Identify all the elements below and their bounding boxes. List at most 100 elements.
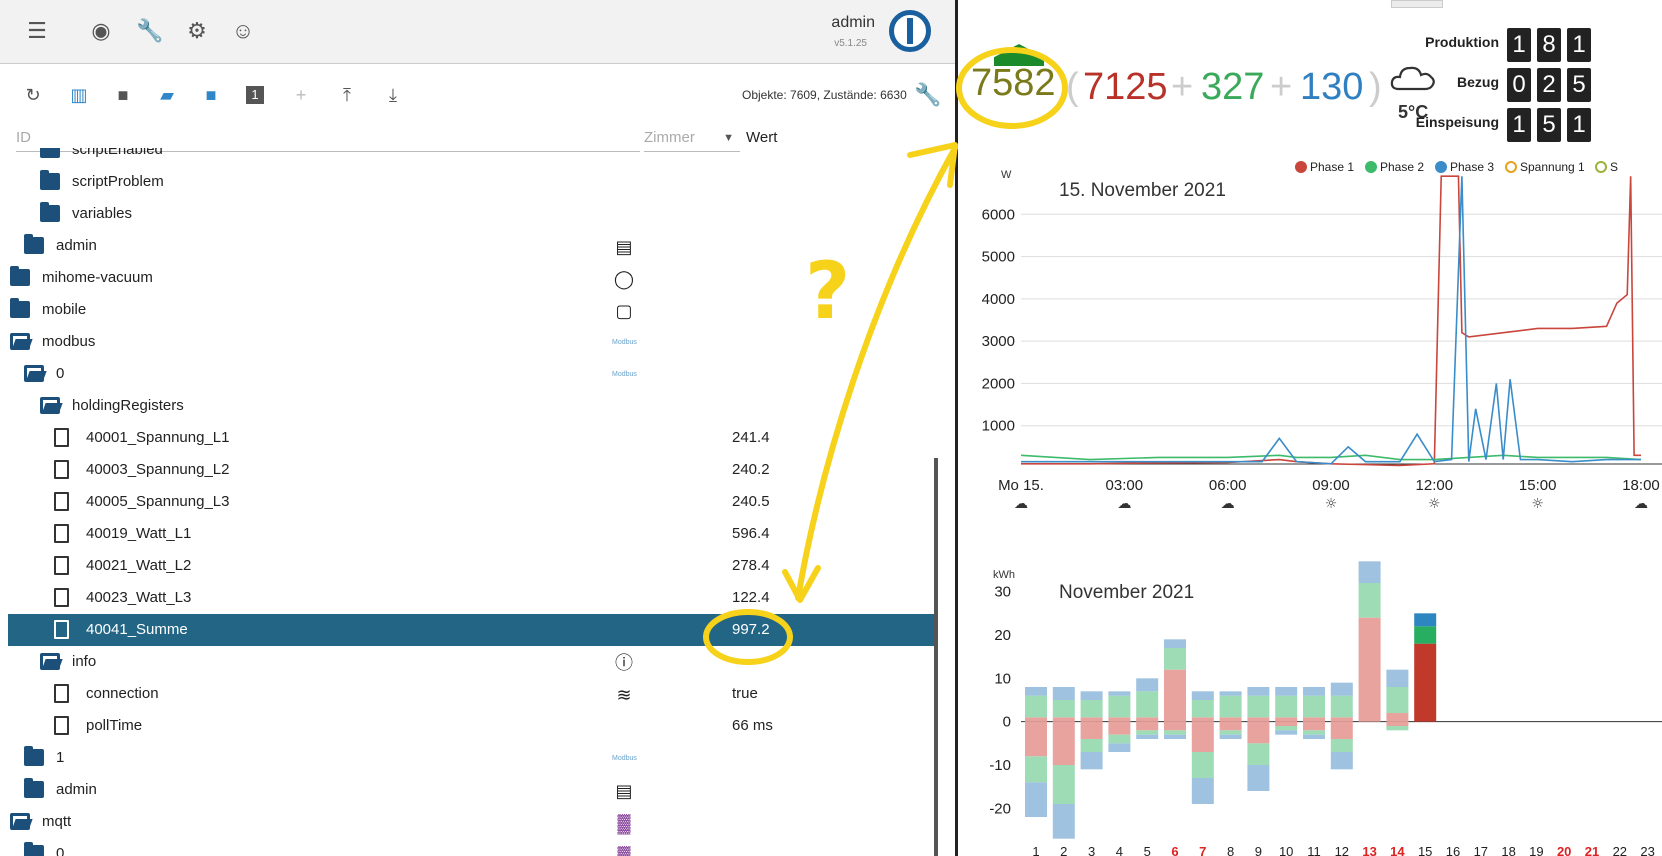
folder-icon[interactable] (24, 778, 44, 798)
eye-icon[interactable]: ◉ (88, 18, 114, 44)
bar-segment (1275, 687, 1298, 696)
bar-segment (1219, 717, 1242, 722)
file-icon[interactable] (54, 716, 69, 735)
folder-open-icon[interactable] (10, 333, 30, 350)
legend-marker (1595, 161, 1607, 173)
folder-open-icon[interactable] (10, 813, 30, 830)
bar-segment (1136, 691, 1159, 718)
folder-open-icon[interactable] (40, 397, 60, 414)
refresh-icon[interactable]: ↻ (22, 84, 44, 106)
tree-row[interactable]: scriptEnabled (8, 148, 938, 166)
columns-icon[interactable]: ▥ (68, 84, 90, 106)
tree-row[interactable]: admin ▤ (8, 230, 938, 262)
folder-open-icon[interactable] (40, 653, 60, 670)
tree-row-label: connection (86, 685, 159, 702)
file-icon[interactable] (54, 588, 69, 607)
folder-icon[interactable] (10, 266, 30, 286)
bar-segment (1303, 734, 1325, 739)
tree-row[interactable]: mihome-vacuum ◯ (8, 262, 938, 294)
file-icon[interactable] (54, 460, 69, 479)
tree-row[interactable]: admin ▤ (8, 774, 938, 806)
bar-segment (1275, 726, 1298, 731)
top-button[interactable] (1391, 0, 1443, 8)
tree-row-label: admin (56, 237, 97, 254)
meter-digit: 0 (1507, 68, 1531, 102)
tree-row-value: 240.2 (732, 461, 770, 478)
tree-row[interactable]: 40021_Watt_L2 278.4 (8, 550, 938, 582)
y-tick-label: 20 (994, 627, 1011, 644)
tree-row[interactable]: variables (8, 198, 938, 230)
upload-icon[interactable]: ⤒ (336, 84, 358, 106)
folder-blue-icon[interactable]: ■ (200, 84, 222, 106)
file-icon[interactable] (54, 684, 69, 703)
folder-open-icon[interactable] (24, 365, 44, 382)
x-tick-label: 15:00 (1519, 477, 1557, 494)
tree-row[interactable]: mobile ▢ (8, 294, 938, 326)
tree-row[interactable]: mqtt ▓ (8, 806, 938, 838)
bar-segment (1025, 687, 1047, 696)
file-icon[interactable] (54, 428, 69, 447)
tree-row[interactable]: modbus Modbus (8, 326, 938, 358)
tree-row[interactable]: scriptProblem (8, 166, 938, 198)
wifi-icon: ≋ (616, 685, 632, 705)
tree-row[interactable]: 40041_Summe 997.2 (8, 614, 938, 646)
y-tick-label: 10 (994, 670, 1011, 687)
bar-segment (1080, 752, 1103, 770)
tree-row[interactable]: 1 Modbus (8, 742, 938, 774)
folder-icon[interactable] (24, 746, 44, 766)
menu-icon[interactable]: ☰ (24, 18, 50, 44)
wrench-icon[interactable]: 🔧 (914, 82, 941, 108)
tree-row[interactable]: connection ≋ true (8, 678, 938, 710)
tree-row-value: 278.4 (732, 557, 770, 574)
folder-open-icon[interactable]: ▰ (156, 84, 178, 106)
tree-row[interactable]: 40023_Watt_L3 122.4 (8, 582, 938, 614)
folder-icon[interactable] (24, 842, 44, 856)
tree-row[interactable]: 40001_Spannung_L1 241.4 (8, 422, 938, 454)
folder-icon[interactable] (24, 234, 44, 254)
bar-segment (1303, 717, 1325, 722)
x-tick-label: 16 (1446, 844, 1460, 856)
gear-icon[interactable]: ⚙ (184, 18, 210, 44)
expert-mode-icon[interactable]: ☺ (230, 18, 256, 44)
bar-segment (1330, 695, 1353, 718)
object-browser-panel: ☰ ◉ 🔧 ⚙ ☺ admin v5.1.25 ↻ ▥ ■ ▰ ■ 1 + ⤒ … (0, 0, 958, 856)
folder-icon[interactable] (40, 170, 60, 190)
download-icon[interactable]: ⤓ (382, 84, 404, 106)
x-tick-label: 2 (1060, 844, 1067, 856)
bar-segment (1330, 739, 1353, 752)
tree-row[interactable]: 40005_Spannung_L3 240.5 (8, 486, 938, 518)
tree-row-label: 40003_Spannung_L2 (86, 461, 230, 478)
tree-row-label: mihome-vacuum (42, 269, 153, 286)
phase2-power: 327 (1201, 66, 1265, 108)
folder-icon[interactable] (40, 148, 60, 158)
tree-row[interactable]: 40019_Watt_L1 596.4 (8, 518, 938, 550)
y-tick-label: 5000 (982, 249, 1015, 266)
add-icon[interactable]: + (290, 84, 312, 106)
file-icon[interactable] (54, 556, 69, 575)
x-tick-label: 20 (1557, 844, 1571, 856)
tree-row[interactable]: 0 ▓ (8, 838, 938, 856)
tree-row[interactable]: info ⓘ (8, 646, 938, 678)
tree-row-label: scriptEnabled (72, 148, 163, 158)
folder-icon[interactable] (10, 298, 30, 318)
series-line-phase-3 (1021, 176, 1641, 465)
bar-segment (1247, 743, 1270, 765)
modbus-logo: Modbus (612, 371, 637, 378)
tree-scrollbar[interactable] (934, 458, 938, 856)
tree-row[interactable]: 40003_Spannung_L2 240.2 (8, 454, 938, 486)
tree-row-value: 240.5 (732, 493, 770, 510)
bar-segment (1275, 717, 1298, 722)
file-icon[interactable] (54, 492, 69, 511)
folder-icon[interactable] (40, 202, 60, 222)
file-icon[interactable] (54, 524, 69, 543)
file-icon[interactable] (54, 620, 69, 639)
bar-segment (1303, 687, 1325, 696)
wrench-icon[interactable]: 🔧 (136, 18, 163, 44)
series-line-phase-2 (1020, 454, 1642, 461)
folder-icon[interactable]: ■ (112, 84, 134, 106)
y-tick-label: 4000 (982, 291, 1015, 308)
page-number-icon[interactable]: 1 (246, 86, 264, 104)
tree-row[interactable]: holdingRegisters (8, 390, 938, 422)
tree-row[interactable]: 0 Modbus (8, 358, 938, 390)
tree-row[interactable]: pollTime 66 ms (8, 710, 938, 742)
